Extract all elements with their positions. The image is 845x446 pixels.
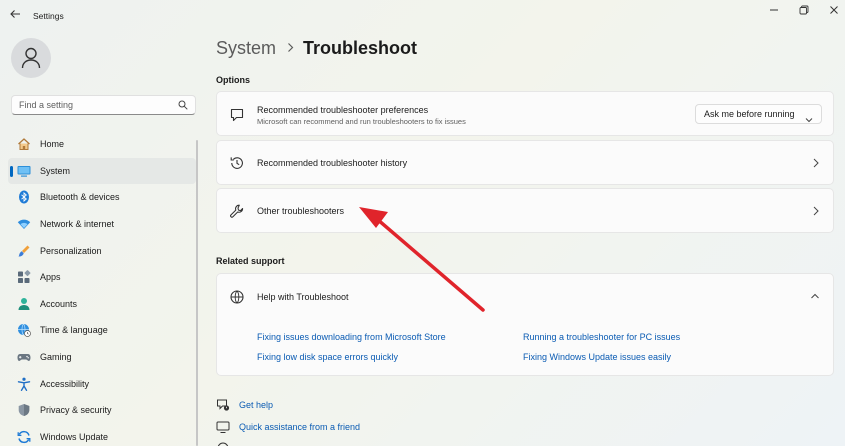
red-arrow-annotation bbox=[359, 207, 485, 312]
